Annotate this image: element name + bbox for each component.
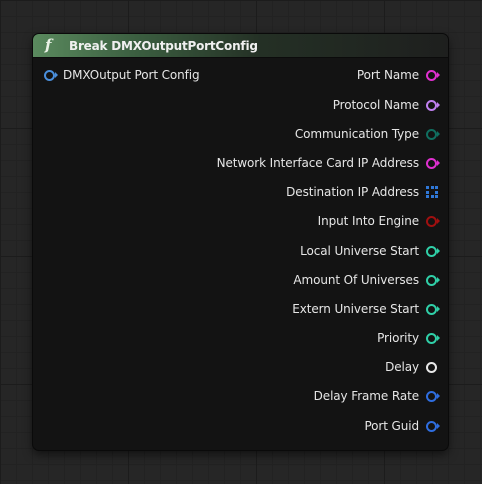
output-pin-icon[interactable] bbox=[425, 273, 440, 287]
pin-circle-icon[interactable] bbox=[425, 360, 439, 374]
output-pin-label: Delay bbox=[385, 360, 419, 374]
output-pin-icon[interactable] bbox=[425, 302, 440, 316]
output-pin-row: Destination IP Address bbox=[286, 182, 439, 202]
output-pin-label: Port Name bbox=[356, 68, 419, 82]
output-pin-icon[interactable] bbox=[425, 127, 440, 141]
output-pin-row: Network Interface Card IP Address bbox=[216, 153, 440, 173]
output-pin-icon[interactable] bbox=[425, 156, 440, 170]
node-title: Break DMXOutputPortConfig bbox=[69, 38, 258, 53]
output-pin-icon[interactable] bbox=[425, 68, 440, 82]
output-pin-row: Port Name bbox=[356, 65, 440, 85]
output-pin-row: Delay Frame Rate bbox=[313, 386, 440, 406]
output-pin-icon[interactable] bbox=[425, 331, 440, 345]
output-pin-icon[interactable] bbox=[425, 98, 440, 112]
output-pin-label: Delay Frame Rate bbox=[313, 389, 419, 403]
output-pin-row: Priority bbox=[377, 328, 440, 348]
output-pin-label: Amount Of Universes bbox=[293, 273, 419, 287]
output-pin-label: Priority bbox=[377, 331, 419, 345]
output-pin-row: Extern Universe Start bbox=[292, 299, 440, 319]
output-pin-row: Input Into Engine bbox=[317, 211, 440, 231]
output-pin-label: Extern Universe Start bbox=[292, 302, 419, 316]
output-pin-label: Network Interface Card IP Address bbox=[216, 156, 420, 170]
output-pin-label: Input Into Engine bbox=[317, 214, 419, 228]
output-pin-row: Delay bbox=[385, 357, 439, 377]
input-pin-label: DMXOutput Port Config bbox=[63, 68, 200, 82]
output-pin-row: Amount Of Universes bbox=[293, 270, 440, 290]
output-pin-icon[interactable] bbox=[425, 214, 440, 228]
output-pin-label: Destination IP Address bbox=[286, 185, 419, 199]
output-pin-icon[interactable] bbox=[425, 244, 440, 258]
output-pin-label: Port Guid bbox=[364, 419, 419, 433]
output-pin-row: Communication Type bbox=[294, 124, 440, 144]
break-dmx-output-port-config-node[interactable]: f Break DMXOutputPortConfig DMXOutput Po… bbox=[33, 34, 448, 450]
input-pin-icon[interactable] bbox=[43, 68, 58, 82]
output-pin-row: Port Guid bbox=[364, 416, 440, 436]
array-pin-icon[interactable] bbox=[425, 185, 439, 199]
output-pin-row: Local Universe Start bbox=[300, 241, 440, 261]
output-pin-label: Protocol Name bbox=[332, 98, 419, 112]
node-header[interactable]: f Break DMXOutputPortConfig bbox=[33, 34, 448, 58]
output-pin-icon[interactable] bbox=[425, 419, 440, 433]
output-pin-row: Protocol Name bbox=[332, 95, 440, 115]
output-pin-label: Communication Type bbox=[294, 127, 419, 141]
function-icon: f bbox=[45, 36, 52, 54]
output-pin-label: Local Universe Start bbox=[300, 244, 419, 258]
input-pin-row: DMXOutput Port Config bbox=[43, 65, 200, 85]
output-pin-icon[interactable] bbox=[425, 389, 440, 403]
